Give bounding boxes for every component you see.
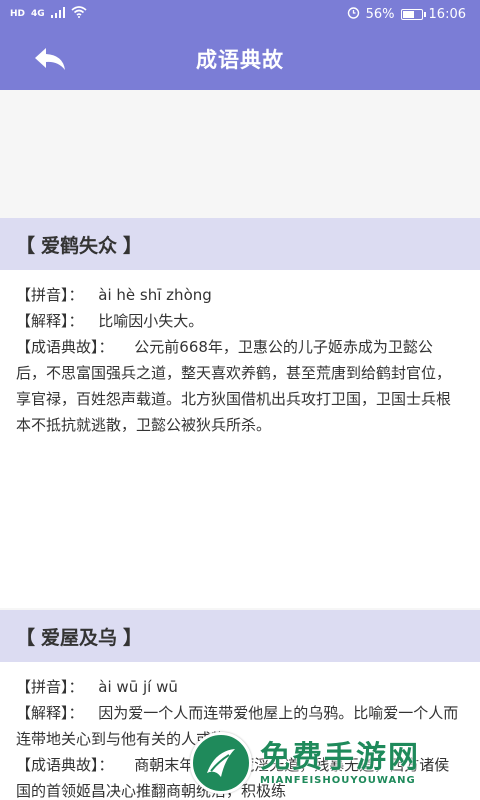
watermark: 免费手游网 MIANFEISHOUYOUWANG bbox=[190, 726, 480, 800]
story-label: 【成语典故】： bbox=[16, 756, 114, 774]
bracket-close: 】 bbox=[123, 626, 143, 649]
status-left: HD 4G bbox=[10, 6, 87, 22]
alarm-icon bbox=[347, 6, 360, 23]
status-bar: HD 4G 56% 16:06 bbox=[0, 0, 480, 28]
watermark-cn: 免费手游网 bbox=[260, 739, 420, 775]
meaning-label: 【解释】： bbox=[16, 704, 84, 722]
signal-icon bbox=[50, 6, 65, 22]
meaning-value: 比喻因小失大。 bbox=[98, 312, 204, 330]
hd-indicator: HD bbox=[10, 9, 26, 19]
idiom-title: 爱屋及乌 bbox=[41, 626, 118, 649]
pinyin-label: 【拼音】： bbox=[16, 678, 84, 696]
back-arrow-icon bbox=[35, 48, 65, 70]
banner-space bbox=[0, 90, 480, 218]
idiom-header: 【 爱屋及乌 】 bbox=[0, 610, 480, 662]
idiom-header: 【 爱鹤失众 】 bbox=[0, 218, 480, 270]
pinyin-row: 【拼音】： ài hè shī zhòng bbox=[16, 282, 462, 308]
watermark-logo-icon bbox=[190, 732, 252, 794]
pinyin-value: ài hè shī zhòng bbox=[98, 286, 212, 304]
story-row: 【成语典故】： 公元前668年，卫惠公的儿子姬赤成为卫懿公后，不思富国强兵之道，… bbox=[16, 334, 462, 438]
story-label: 【成语典故】： bbox=[16, 338, 114, 356]
watermark-text: 免费手游网 MIANFEISHOUYOUWANG bbox=[260, 739, 420, 786]
clock: 16:06 bbox=[428, 6, 466, 22]
bracket-open: 【 bbox=[16, 234, 36, 257]
idiom-title: 爱鹤失众 bbox=[41, 234, 118, 257]
battery-percent: 56% bbox=[365, 6, 395, 22]
status-right: 56% 16:06 bbox=[347, 6, 466, 23]
battery-icon bbox=[400, 8, 426, 20]
app-bar: 成语典故 bbox=[0, 28, 480, 90]
pinyin-label: 【拼音】： bbox=[16, 286, 84, 304]
pinyin-row: 【拼音】： ài wū jí wū bbox=[16, 674, 462, 700]
meaning-label: 【解释】： bbox=[16, 312, 84, 330]
watermark-en: MIANFEISHOUYOUWANG bbox=[260, 774, 416, 786]
wifi-icon bbox=[71, 6, 87, 22]
pinyin-value: ài wū jí wū bbox=[98, 678, 178, 696]
back-button[interactable] bbox=[28, 42, 72, 76]
bracket-close: 】 bbox=[123, 234, 143, 257]
network-type: 4G bbox=[31, 9, 45, 19]
page-title: 成语典故 bbox=[196, 48, 284, 72]
bracket-open: 【 bbox=[16, 626, 36, 649]
idiom-detail: 【拼音】： ài hè shī zhòng 【解释】： 比喻因小失大。 【成语典… bbox=[0, 270, 480, 608]
meaning-row: 【解释】： 比喻因小失大。 bbox=[16, 308, 462, 334]
